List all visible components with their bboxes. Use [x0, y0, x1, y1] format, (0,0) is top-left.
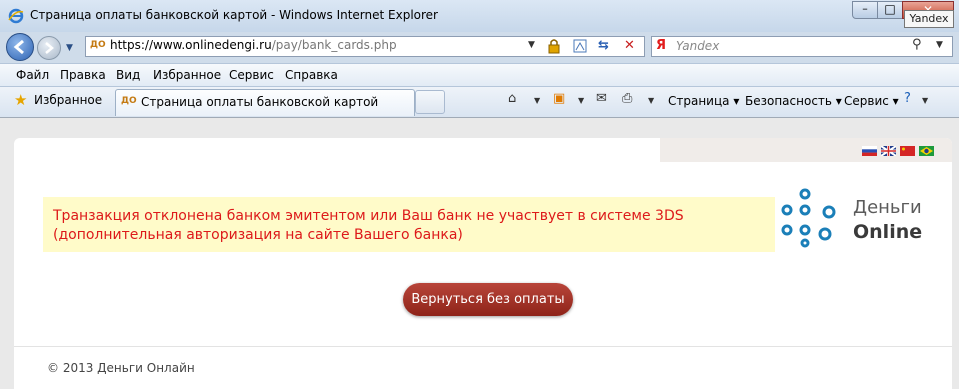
favorites-star-icon[interactable]: ★: [14, 91, 27, 109]
mail-icon[interactable]: ✉: [596, 91, 607, 106]
back-arrow-icon: [13, 39, 24, 55]
print-icon[interactable]: ⎙: [622, 91, 632, 106]
safety-menu-button[interactable]: Безопасность ▾: [745, 94, 842, 108]
stop-icon[interactable]: ✕: [624, 38, 640, 54]
help-icon[interactable]: ?: [904, 91, 911, 106]
refresh-icon[interactable]: ⇆: [598, 38, 614, 54]
error-message: Транзакция отклонена банком эмитентом ил…: [53, 208, 684, 243]
url-path: /pay/bank_cards.php: [271, 38, 397, 52]
lock-icon[interactable]: [546, 38, 562, 54]
menu-file[interactable]: Файл: [16, 68, 49, 82]
page-menu-label: Страница: [668, 94, 730, 108]
compatibility-view-icon[interactable]: [572, 38, 588, 54]
url-domain: https://www.onlinedengi.ru: [110, 38, 272, 52]
menu-view[interactable]: Вид: [116, 68, 140, 82]
maximize-button[interactable]: □: [877, 1, 903, 19]
search-icon[interactable]: ⚲: [912, 37, 922, 52]
flag-cn-icon[interactable]: [900, 146, 915, 156]
tooltip: Yandex: [904, 10, 954, 28]
favorites-button[interactable]: Избранное: [34, 93, 102, 107]
print-dropdown-icon[interactable]: ▼: [648, 96, 654, 105]
flag-ru-icon[interactable]: [862, 146, 877, 156]
tab-title: Страница оплаты банковской картой: [141, 95, 379, 109]
yandex-logo-icon: Я: [656, 38, 667, 53]
tools-menu-label: Сервис: [844, 94, 889, 108]
search-placeholder: Yandex: [676, 39, 720, 53]
tab-favicon: ДО: [121, 96, 137, 106]
minimize-button[interactable]: –: [852, 1, 878, 19]
feed-dropdown-icon[interactable]: ▼: [578, 96, 584, 105]
rss-feed-icon[interactable]: ▣: [553, 91, 565, 106]
dengi-online-logo-icon: [781, 188, 836, 248]
page-menu-button[interactable]: Страница ▾: [668, 94, 739, 108]
logo-text-dengi: Деньги: [853, 197, 922, 218]
page-container: [14, 138, 952, 389]
safety-menu-label: Безопасность: [745, 94, 832, 108]
url-dropdown-icon[interactable]: ▼: [528, 40, 535, 50]
help-dropdown-icon[interactable]: ▼: [922, 96, 928, 105]
new-tab-button[interactable]: [415, 90, 445, 114]
tools-menu-button[interactable]: Сервис ▾: [844, 94, 899, 108]
search-dropdown-icon[interactable]: ▼: [936, 40, 943, 50]
url-text[interactable]: https://www.onlinedengi.ru/pay/bank_card…: [110, 38, 397, 52]
flag-br-icon[interactable]: [919, 146, 934, 156]
forward-arrow-icon: [45, 42, 54, 54]
copyright-text: © 2013 Деньги Онлайн: [47, 361, 195, 375]
return-without-payment-button[interactable]: Вернуться без оплаты: [403, 283, 573, 316]
logo-text-online: Online: [853, 221, 923, 243]
ie-logo-icon: [8, 8, 24, 24]
window-title: Страница оплаты банковской картой - Wind…: [30, 8, 438, 22]
history-dropdown-icon[interactable]: ▼: [66, 43, 73, 53]
menu-help[interactable]: Справка: [285, 68, 338, 82]
home-dropdown-icon[interactable]: ▼: [534, 96, 540, 105]
forward-button[interactable]: [37, 36, 61, 60]
site-favicon: ДО: [90, 40, 106, 50]
menu-edit[interactable]: Правка: [60, 68, 106, 82]
menu-favorites[interactable]: Избранное: [153, 68, 221, 82]
menu-tools[interactable]: Сервис: [229, 68, 274, 82]
footer-divider: [14, 346, 952, 347]
back-button[interactable]: [6, 33, 34, 61]
flag-en-icon[interactable]: [881, 146, 896, 156]
home-icon[interactable]: ⌂: [508, 91, 516, 106]
menu-bar: [0, 63, 959, 87]
